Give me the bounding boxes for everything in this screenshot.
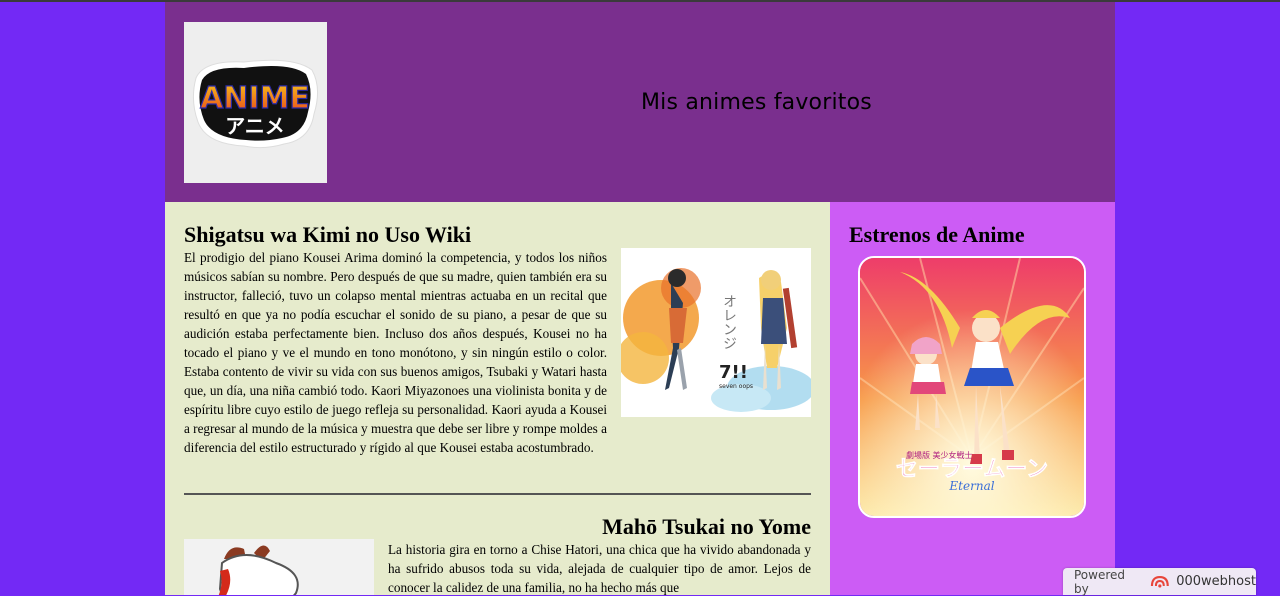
logo-subtext: アニメ xyxy=(225,114,285,138)
page-container: ANIME アニメ Mis animes favoritos Shigatsu … xyxy=(165,2,1115,595)
site-title: Mis animes favoritos xyxy=(641,90,872,115)
article-image-mahou xyxy=(184,539,374,595)
sailor-moon-poster[interactable]: 劇場版 美少女戦士 セーラームーン Eternal xyxy=(858,256,1086,518)
article-body-text: La historia gira en torno a Chise Hatori… xyxy=(388,542,811,595)
site-logo[interactable]: ANIME アニメ xyxy=(184,22,327,183)
article-title-mahou: Mahō Tsukai no Yome xyxy=(602,514,811,539)
image-title-text: 7!! xyxy=(719,362,748,383)
sidebar-title: Estrenos de Anime xyxy=(849,222,1025,247)
anime-logo-icon: ANIME アニメ xyxy=(184,22,327,183)
logo-text: ANIME xyxy=(200,81,310,116)
poster-subtitle-text: Eternal xyxy=(948,479,994,493)
badge-prefix: Powered by xyxy=(1074,567,1126,596)
article-title: Shigatsu wa Kimi no Uso Wiki xyxy=(184,222,472,247)
sidebar: Estrenos de Anime 劇場版 美少女戦士 セーラームーン Eter… xyxy=(830,202,1115,595)
powered-by-badge[interactable]: Powered by 000webhost xyxy=(1063,567,1256,596)
badge-brand: 000webhost xyxy=(1176,574,1256,589)
article-image-shigatsu: オレンジ 7!! seven oops xyxy=(621,248,811,417)
article-body-mahou: La historia gira en torno a Chise Hatori… xyxy=(388,540,811,595)
article-divider xyxy=(184,493,811,495)
image-subtitle-text: seven oops xyxy=(719,383,753,390)
image-vertical-text: オレンジ xyxy=(721,294,737,350)
article-shigatsu: Shigatsu wa Kimi no Uso Wiki オレンジ 7!! se… xyxy=(184,222,811,457)
main-content: Shigatsu wa Kimi no Uso Wiki オレンジ 7!! se… xyxy=(165,202,830,595)
site-header: ANIME アニメ Mis animes favoritos xyxy=(165,2,1115,202)
webhost-logo-icon xyxy=(1150,575,1169,588)
